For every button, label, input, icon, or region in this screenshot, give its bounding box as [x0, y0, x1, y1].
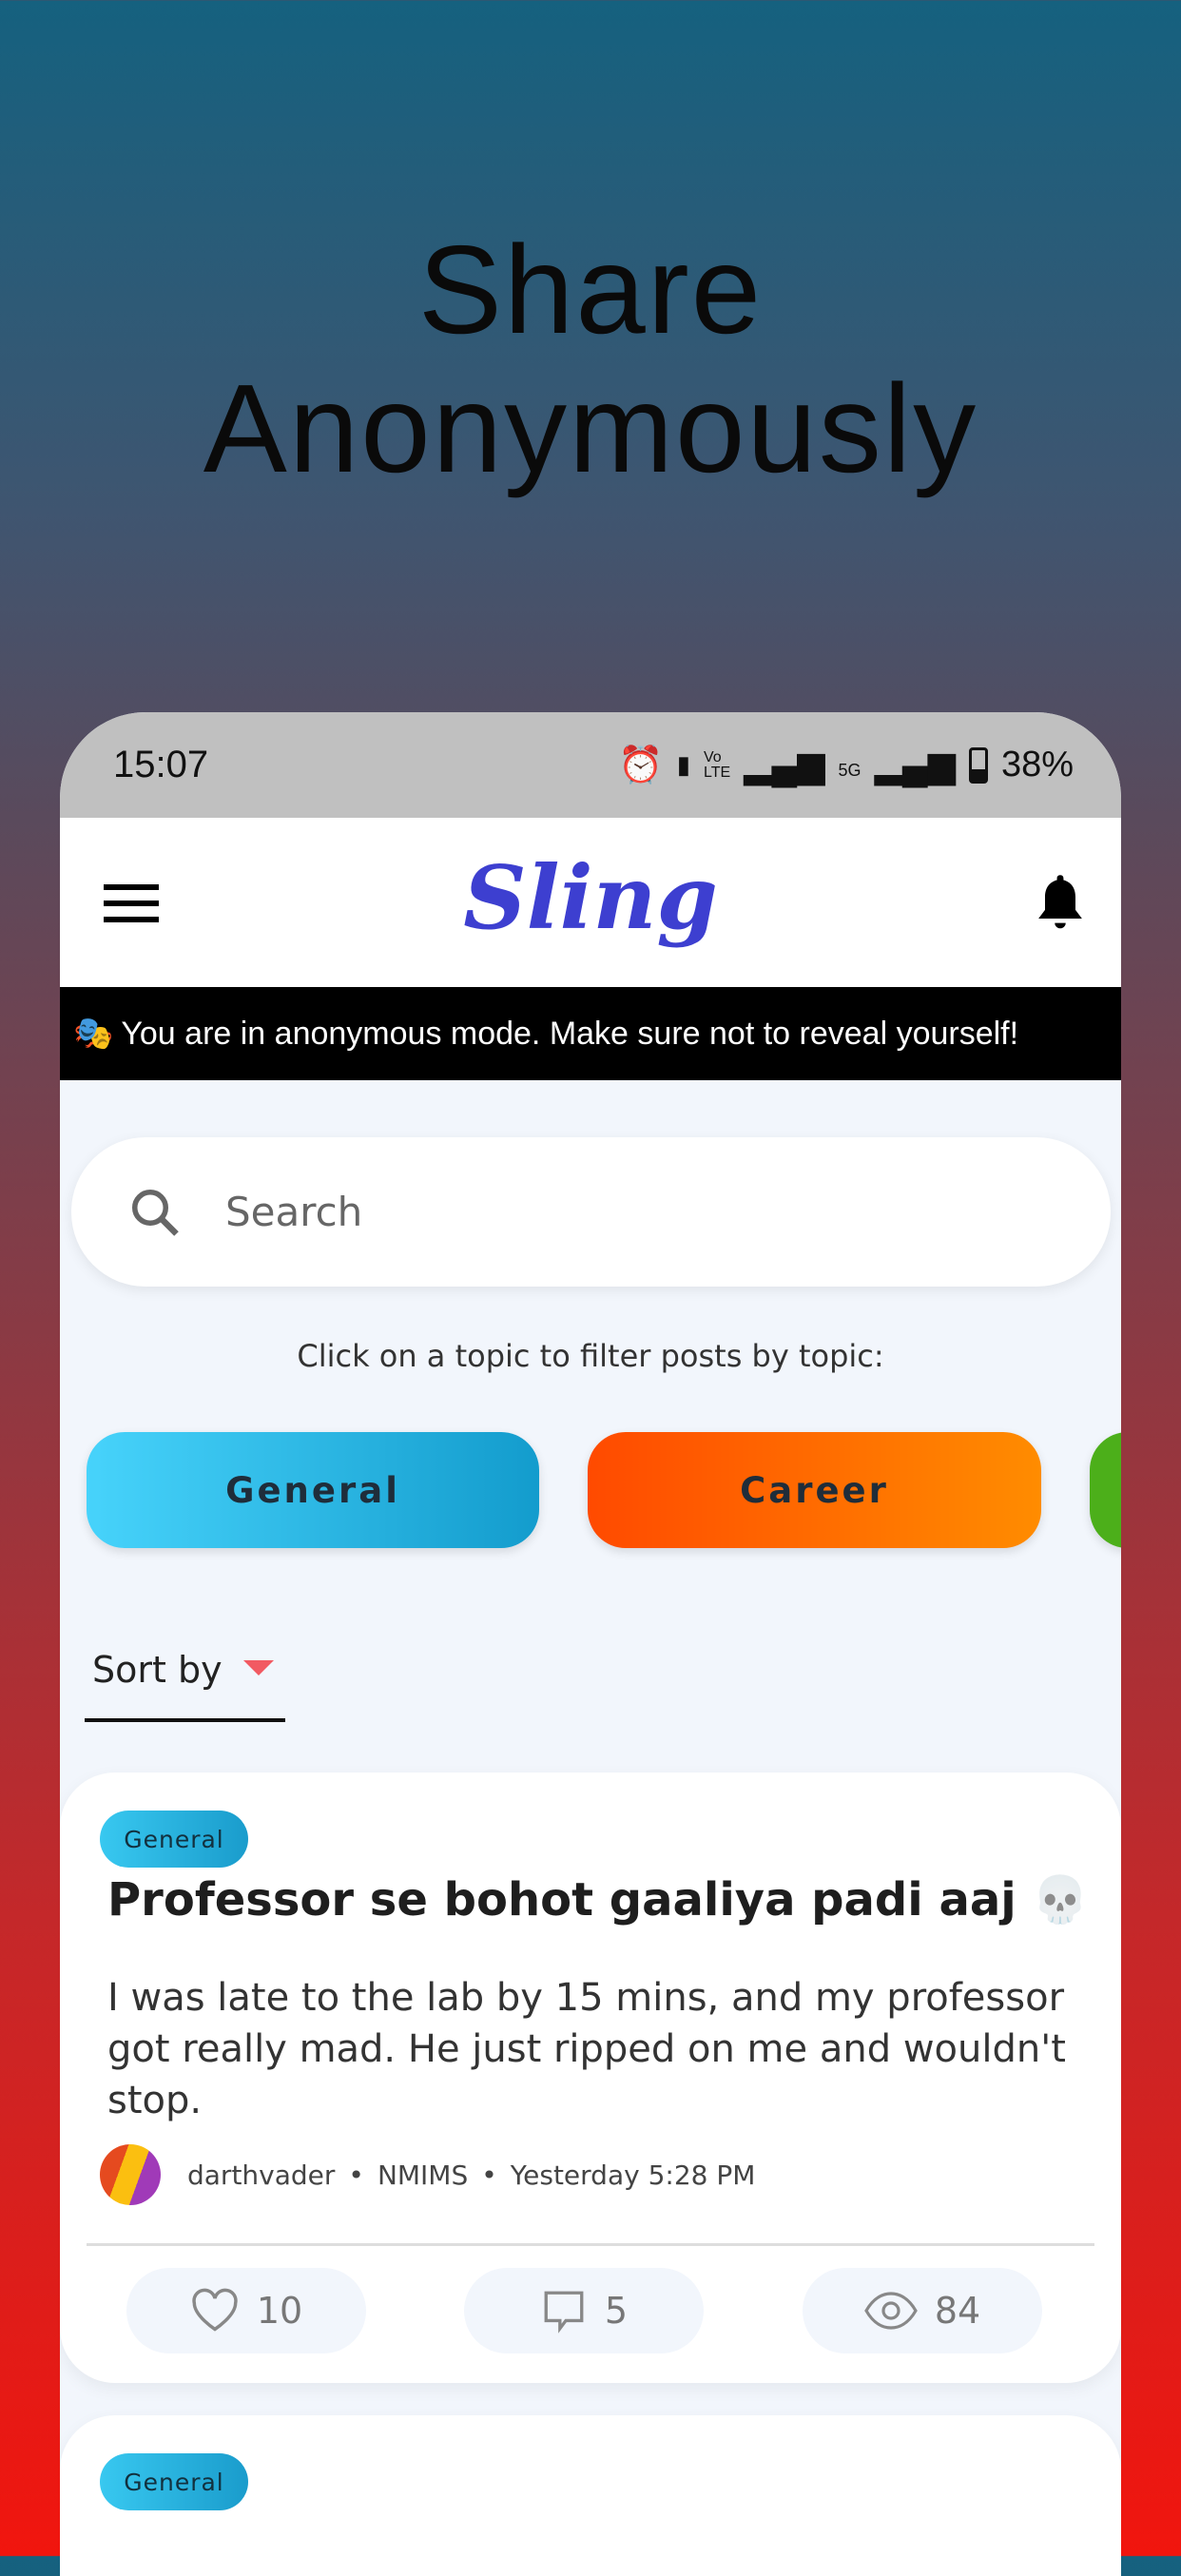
- topic-chip-career[interactable]: Career: [588, 1432, 1041, 1548]
- views-indicator: 84: [803, 2268, 1042, 2353]
- skull-emoji: 💀: [1032, 1873, 1090, 1927]
- like-button[interactable]: 10: [126, 2268, 366, 2353]
- post-college: NMIMS: [377, 2159, 469, 2191]
- post-author: darthvader: [187, 2159, 336, 2191]
- theater-masks-icon: 🎭: [73, 1016, 114, 1052]
- post-body: I was late to the lab by 15 mins, and my…: [107, 1976, 1066, 2122]
- search-icon: [132, 1189, 179, 1236]
- view-count: 84: [934, 2290, 981, 2332]
- battery-icon: [968, 746, 988, 784]
- topic-chip-label: Career: [740, 1469, 889, 1511]
- post-tag[interactable]: General: [100, 2453, 248, 2510]
- topic-chip-general[interactable]: General: [87, 1432, 539, 1548]
- heart-icon: [192, 2288, 238, 2332]
- comment-button[interactable]: 5: [464, 2268, 704, 2353]
- topic-hint: Click on a topic to filter posts by topi…: [297, 1338, 884, 1374]
- app-logo: Sling: [463, 846, 718, 949]
- avatar: [100, 2144, 161, 2205]
- eye-icon: [863, 2292, 918, 2330]
- signal-icon: ▂▄▆: [744, 746, 825, 785]
- topic-chip-label: General: [225, 1469, 400, 1511]
- promo-headline-line2: Anonymously: [203, 358, 978, 498]
- battery-percent: 38%: [1000, 745, 1074, 784]
- topic-chip-more[interactable]: [1090, 1432, 1121, 1548]
- divider: [87, 2243, 1094, 2246]
- post-meta: darthvader • NMIMS • Yesterday 5:28 PM: [100, 2144, 755, 2205]
- signal-icon-2: ▂▄▆: [874, 746, 956, 785]
- post-title: Professor se bohot gaaliya padi aaj 💀: [107, 1873, 1090, 1927]
- status-time: 15:07: [113, 744, 209, 785]
- post-tag[interactable]: General: [100, 1811, 248, 1868]
- search-input[interactable]: Search: [71, 1137, 1111, 1287]
- network-type: 5G: [838, 761, 862, 780]
- separator-dot: •: [481, 2159, 497, 2191]
- post-card[interactable]: General Professor se bohot gaaliya padi …: [60, 1772, 1121, 2383]
- comment-icon: [544, 2291, 584, 2334]
- status-bar: 15:07 ⏰ ▮ Vo LTE ▂▄▆ 5G ▂▄▆ 38%: [60, 712, 1121, 818]
- sort-dropdown[interactable]: Sort by: [85, 1649, 285, 1722]
- alarm-icon: ⏰: [618, 745, 664, 785]
- search-placeholder: Search: [225, 1189, 363, 1235]
- bell-icon[interactable]: [1034, 873, 1087, 934]
- like-count: 10: [256, 2290, 303, 2332]
- anonymous-mode-banner: 🎭 You are in anonymous mode. Make sure n…: [60, 987, 1121, 1080]
- banner-text: You are in anonymous mode. Make sure not…: [121, 1015, 1019, 1052]
- volte-icon: Vo LTE: [704, 748, 731, 781]
- promo-headline-line1: Share: [417, 220, 764, 359]
- separator-dot: •: [348, 2159, 364, 2191]
- vibrate-icon: ▮: [676, 750, 691, 779]
- phone-screen: 15:07 ⏰ ▮ Vo LTE ▂▄▆ 5G ▂▄▆ 38% Sling 🎭 Y…: [60, 712, 1121, 2576]
- post-card[interactable]: General: [60, 2415, 1121, 2576]
- sort-label: Sort by: [92, 1649, 223, 1691]
- post-time: Yesterday 5:28 PM: [510, 2159, 756, 2191]
- comment-count: 5: [604, 2290, 629, 2332]
- app-header: Sling: [60, 818, 1121, 987]
- caret-down-icon: [242, 1660, 274, 1675]
